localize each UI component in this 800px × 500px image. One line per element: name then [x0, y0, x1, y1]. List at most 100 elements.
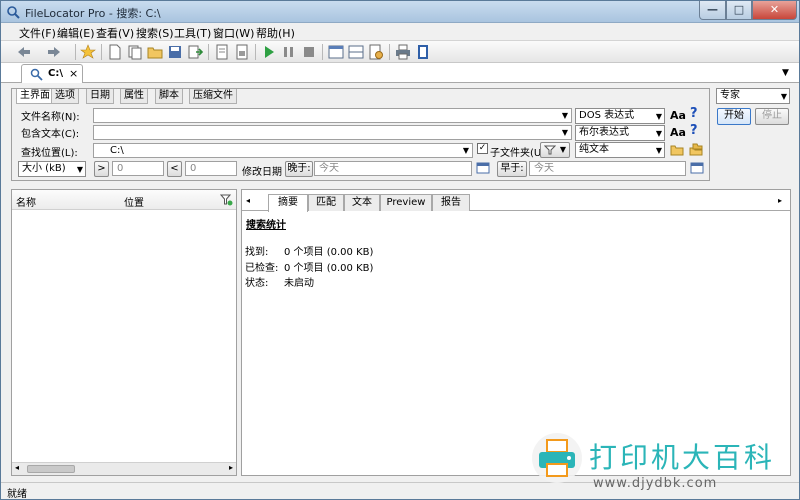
layout-icon[interactable]	[327, 43, 345, 61]
tab-preview[interactable]: Preview	[380, 194, 432, 211]
results-horizontal-scrollbar[interactable]: ◂ ▸	[12, 462, 236, 475]
help-book-icon[interactable]	[414, 43, 432, 61]
size-max-input[interactable]: 0	[185, 161, 237, 176]
filename-input[interactable]: ▼	[93, 108, 572, 123]
content-type-select[interactable]: 纯文本 ▼	[575, 142, 665, 158]
new-icon[interactable]	[106, 43, 124, 61]
chevron-down-icon: ▼	[561, 111, 568, 120]
menu-view[interactable]: 查看(V)	[96, 25, 134, 41]
subfolders-label: 子文件夹(U)	[490, 148, 546, 159]
search-doc-tab[interactable]: C:\ ×	[21, 64, 83, 83]
copy-icon[interactable]	[126, 43, 144, 61]
tab-report[interactable]: 报告	[432, 194, 470, 211]
stat-checked-value: 0 个项目 (0.00 KB)	[284, 263, 374, 274]
script-icon[interactable]	[233, 43, 251, 61]
tab-archive[interactable]: 压缩文件	[189, 89, 237, 104]
close-button[interactable]: ✕	[752, 1, 797, 20]
before-date-input[interactable]: 今天	[529, 161, 686, 176]
scroll-left-icon[interactable]: ◂	[15, 463, 19, 472]
chevron-down-icon: ▼	[76, 165, 83, 174]
subfolders-checkbox[interactable]: ✓	[477, 143, 488, 154]
minimize-button[interactable]: —	[699, 1, 726, 20]
content-help-icon[interactable]: ?	[690, 123, 698, 138]
case-sensitive-toggle[interactable]: Aa	[670, 109, 686, 122]
before-calendar-icon[interactable]	[690, 161, 704, 174]
start-search-icon[interactable]	[260, 43, 278, 61]
chevron-down-icon: ▼	[561, 128, 568, 137]
tab-scroll-left-icon[interactable]: ◂	[246, 196, 250, 205]
after-date-input[interactable]: 今天	[314, 161, 472, 176]
after-date-button[interactable]: 晚于:	[285, 161, 313, 177]
watermark: 打印机大百科 www.djydbk.com	[531, 426, 799, 498]
location-input[interactable]: C:\ ▼	[93, 143, 473, 158]
tab-main[interactable]: 主界面	[16, 89, 54, 104]
start-button[interactable]: 开始	[717, 108, 751, 125]
favorites-icon[interactable]	[79, 43, 97, 61]
doc-tab-label: C:\	[48, 68, 63, 79]
toolbar	[1, 41, 799, 63]
tab-summary[interactable]: 摘要	[268, 194, 308, 212]
filename-help-icon[interactable]: ?	[690, 106, 698, 121]
tab-script[interactable]: 脚本	[155, 89, 183, 104]
folder-list-icon[interactable]	[689, 143, 703, 156]
size-unit-select[interactable]: 大小 (kB) ▼	[18, 161, 86, 177]
window-layout-icon[interactable]	[347, 43, 365, 61]
maximize-button[interactable]: □	[726, 1, 752, 20]
watermark-url: www.djydbk.com	[593, 476, 718, 491]
document-tab-bar: C:\ × ▼	[1, 63, 799, 83]
modified-date-label: 修改日期	[242, 167, 282, 178]
size-min-input[interactable]: 0	[112, 161, 164, 176]
after-calendar-icon[interactable]	[476, 161, 490, 174]
settings-icon[interactable]	[367, 43, 385, 61]
report-icon[interactable]	[213, 43, 231, 61]
menu-edit[interactable]: 编辑(E)	[57, 25, 95, 41]
pause-icon[interactable]	[280, 43, 298, 61]
minimize-icon: —	[707, 3, 718, 16]
print-icon[interactable]	[394, 43, 412, 61]
stat-checked-label: 已检查:	[245, 263, 279, 274]
profile-select[interactable]: 专家 ▼	[716, 88, 790, 104]
forward-icon[interactable]	[45, 43, 63, 61]
menu-bar: 文件(F) 编辑(E) 查看(V) 搜索(S) 工具(T) 窗口(W) 帮助(H…	[1, 23, 799, 41]
tab-options[interactable]: 选项	[51, 89, 79, 104]
tab-list-icon[interactable]: ▼	[782, 68, 789, 78]
window-title: FileLocator Pro - 搜索: C:\	[25, 7, 161, 20]
stat-found-value: 0 个项目 (0.00 KB)	[284, 247, 374, 258]
filename-mode-select[interactable]: DOS 表达式 ▼	[575, 108, 665, 124]
tab-date[interactable]: 日期	[86, 89, 114, 104]
export-icon[interactable]	[186, 43, 204, 61]
tab-text[interactable]: 文本	[344, 194, 380, 211]
tab-attributes[interactable]: 属性	[120, 89, 148, 104]
stop-icon[interactable]	[300, 43, 318, 61]
filename-label: 文件名称(N):	[21, 112, 80, 123]
open-icon[interactable]	[146, 43, 164, 61]
menu-tools[interactable]: 工具(T)	[174, 25, 211, 41]
stop-button[interactable]: 停止	[755, 108, 789, 125]
column-filter-icon[interactable]	[220, 194, 233, 206]
menu-window[interactable]: 窗口(W)	[213, 25, 254, 41]
content-case-toggle[interactable]: Aa	[670, 126, 686, 139]
status-text: 就绪	[7, 489, 27, 500]
col-name-header[interactable]: 名称	[16, 194, 36, 209]
back-icon[interactable]	[15, 43, 33, 61]
save-icon[interactable]	[166, 43, 184, 61]
maximize-icon: □	[733, 3, 745, 16]
doc-tab-close-icon[interactable]: ×	[69, 67, 78, 80]
menu-file[interactable]: 文件(F)	[19, 25, 56, 41]
scroll-right-icon[interactable]: ▸	[229, 463, 233, 472]
filter-button[interactable]: ▼	[540, 142, 570, 158]
tab-matches[interactable]: 匹配	[308, 194, 344, 211]
menu-search[interactable]: 搜索(S)	[136, 25, 174, 41]
menu-help[interactable]: 帮助(H)	[256, 25, 295, 41]
chevron-down-icon: ▼	[655, 112, 662, 121]
results-header: 名称 位置	[12, 190, 236, 210]
size-greater-button[interactable]: >	[94, 161, 109, 177]
scrollbar-thumb[interactable]	[27, 465, 75, 473]
tab-scroll-right-icon[interactable]: ▸	[778, 196, 782, 205]
content-mode-select[interactable]: 布尔表达式 ▼	[575, 125, 665, 141]
content-input[interactable]: ▼	[93, 125, 572, 140]
before-date-button[interactable]: 早于:	[497, 161, 527, 177]
size-less-button[interactable]: <	[167, 161, 182, 177]
browse-folder-icon[interactable]	[670, 143, 684, 156]
col-location-header[interactable]: 位置	[124, 194, 144, 209]
